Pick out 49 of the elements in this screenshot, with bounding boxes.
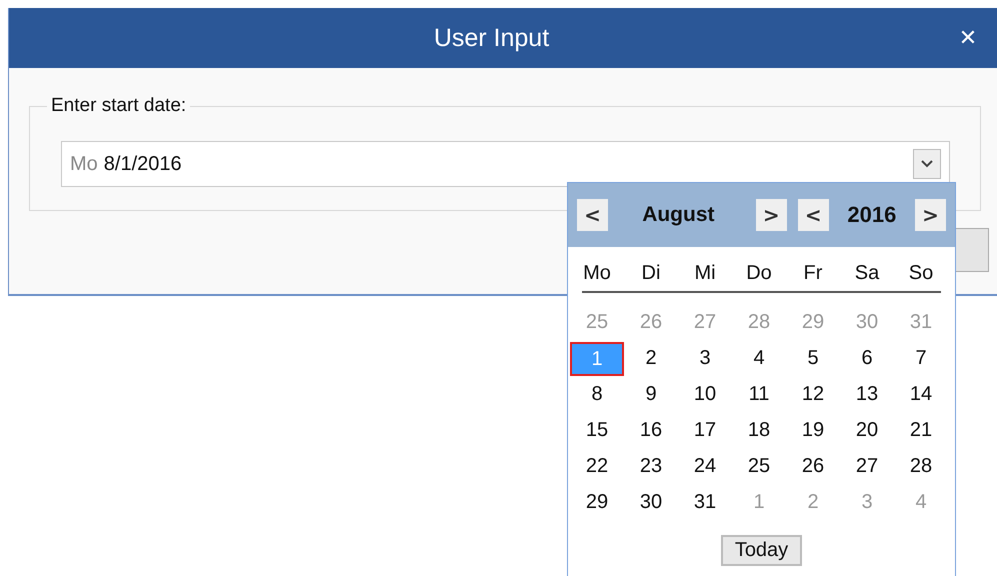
calendar-day[interactable]: 30 bbox=[626, 485, 676, 521]
calendar-day[interactable]: 25 bbox=[734, 449, 784, 485]
calendar-day[interactable]: 22 bbox=[572, 449, 622, 485]
calendar-day[interactable]: 13 bbox=[842, 377, 892, 413]
calendar-day[interactable]: 6 bbox=[842, 341, 892, 377]
calendar-day[interactable]: 23 bbox=[626, 449, 676, 485]
weekday-label: Sa bbox=[854, 261, 880, 286]
calendar-day[interactable]: 2 bbox=[626, 341, 676, 377]
calendar-day[interactable]: 20 bbox=[842, 413, 892, 449]
window-title: User Input bbox=[434, 24, 550, 52]
calendar-day[interactable]: 9 bbox=[626, 377, 676, 413]
calendar-day[interactable]: 28 bbox=[896, 449, 946, 485]
weekday-label: So bbox=[908, 261, 934, 286]
dropdown-icon[interactable] bbox=[913, 149, 941, 179]
calendar-day[interactable]: 4 bbox=[734, 341, 784, 377]
calendar-day[interactable]: 12 bbox=[788, 377, 838, 413]
year-label: 2016 bbox=[846, 202, 898, 228]
today-button[interactable]: Today bbox=[720, 535, 802, 566]
calendar-day[interactable]: 14 bbox=[896, 377, 946, 413]
weekday-label: Mo bbox=[582, 261, 612, 286]
calendar-day[interactable]: 11 bbox=[734, 377, 784, 413]
calendar-day[interactable]: 3 bbox=[680, 341, 730, 377]
weekday-label: Do bbox=[745, 261, 773, 286]
calendar-day[interactable]: 17 bbox=[680, 413, 730, 449]
group-label: Enter start date: bbox=[50, 95, 188, 117]
previous-year-button[interactable]: < bbox=[798, 199, 829, 231]
calendar-day[interactable]: 5 bbox=[788, 341, 838, 377]
date-field[interactable]: Mo 8/1/2016 bbox=[61, 141, 950, 187]
next-month-button[interactable]: > bbox=[756, 199, 787, 231]
calendar-day[interactable]: 26 bbox=[788, 449, 838, 485]
calendar-day[interactable]: 24 bbox=[680, 449, 730, 485]
previous-month-button[interactable]: < bbox=[577, 199, 608, 231]
calendar-day[interactable]: 16 bbox=[626, 413, 676, 449]
close-button[interactable]: ✕ bbox=[954, 24, 982, 52]
calendar-day[interactable]: 29 bbox=[572, 485, 622, 521]
calendar-day[interactable]: 18 bbox=[734, 413, 784, 449]
calendar-day[interactable]: 10 bbox=[680, 377, 730, 413]
calendar-day[interactable]: 27 bbox=[842, 449, 892, 485]
calendar-day[interactable]: 7 bbox=[896, 341, 946, 377]
calendar-day[interactable]: 31 bbox=[680, 485, 730, 521]
calendar-day[interactable]: 21 bbox=[896, 413, 946, 449]
weekday-label: Mi bbox=[693, 261, 717, 286]
month-label: August bbox=[641, 203, 716, 227]
weekday-label: Fr bbox=[802, 261, 824, 286]
calendar-day[interactable]: 15 bbox=[572, 413, 622, 449]
calendar-day[interactable]: 8 bbox=[572, 377, 622, 413]
weekday-label: Di bbox=[640, 261, 662, 286]
calendar-day[interactable]: 19 bbox=[788, 413, 838, 449]
next-year-button[interactable]: > bbox=[915, 199, 946, 231]
